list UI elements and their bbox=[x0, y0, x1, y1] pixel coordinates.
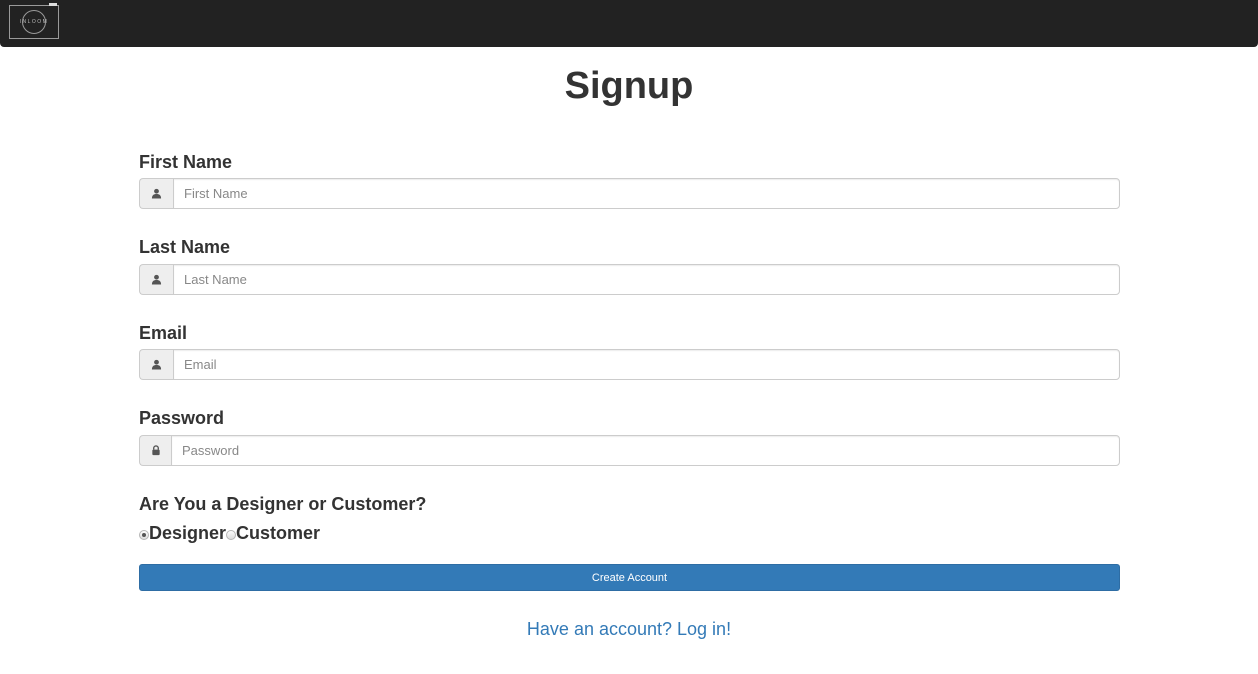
first-name-input[interactable] bbox=[173, 178, 1120, 209]
brand-logo[interactable]: INLOOM bbox=[9, 3, 59, 39]
logo-text: INLOOM bbox=[19, 19, 49, 25]
email-input-group bbox=[139, 349, 1120, 380]
create-account-button[interactable]: Create Account bbox=[139, 564, 1120, 591]
page-title: Signup bbox=[564, 65, 694, 107]
logo-camera-tab bbox=[49, 3, 57, 6]
last-name-input-group bbox=[139, 264, 1120, 295]
last-name-label: Last Name bbox=[139, 237, 231, 257]
password-input[interactable] bbox=[171, 435, 1120, 466]
customer-radio[interactable] bbox=[226, 529, 237, 540]
login-link[interactable]: Have an account? Log in! bbox=[0, 618, 1258, 640]
top-navbar: INLOOM bbox=[0, 0, 1258, 47]
first-name-input-group bbox=[139, 178, 1120, 209]
designer-radio[interactable] bbox=[139, 529, 149, 540]
role-question-label: Are You a Designer or Customer? bbox=[139, 494, 427, 514]
email-label: Email bbox=[139, 323, 188, 343]
lock-icon bbox=[139, 435, 171, 466]
role-radio-group: Designer Customer bbox=[139, 522, 320, 544]
designer-radio-label[interactable]: Designer bbox=[149, 523, 226, 544]
customer-radio-label[interactable]: Customer bbox=[236, 523, 320, 544]
password-label: Password bbox=[139, 408, 225, 428]
email-input[interactable] bbox=[173, 349, 1120, 380]
user-icon bbox=[139, 349, 173, 380]
first-name-label: First Name bbox=[139, 152, 233, 172]
last-name-input[interactable] bbox=[173, 264, 1120, 295]
radio-selected-dot bbox=[142, 532, 146, 537]
user-icon bbox=[139, 264, 173, 295]
user-icon bbox=[139, 178, 173, 209]
password-input-group bbox=[139, 435, 1120, 466]
